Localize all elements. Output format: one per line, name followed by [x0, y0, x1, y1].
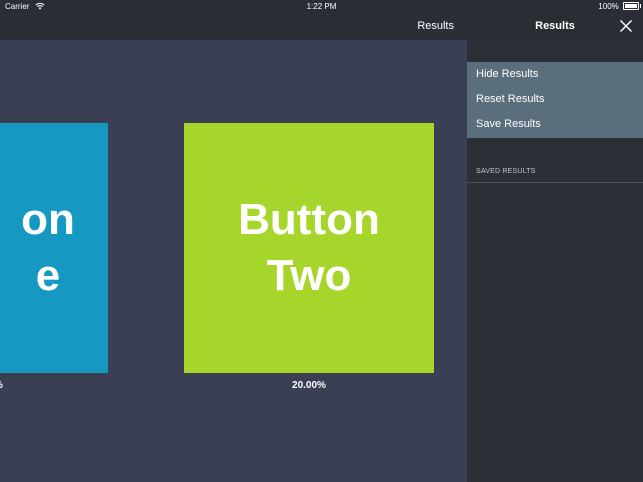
- battery-icon: [623, 2, 641, 11]
- battery-percent: 100%: [598, 2, 619, 11]
- results-panel-header: Results: [467, 13, 643, 40]
- app-root: Carrier 1:22 PM 100% Results on e % Butt…: [0, 0, 643, 482]
- saved-results-heading: SAVED RESULTS: [476, 168, 536, 175]
- button-two-tile[interactable]: Button Two: [184, 123, 434, 373]
- results-panel-title: Results: [535, 20, 575, 32]
- section-divider: [467, 182, 643, 183]
- status-right: 100%: [598, 0, 641, 13]
- close-icon[interactable]: [619, 19, 633, 33]
- button-one-label: on e: [21, 195, 75, 300]
- reset-results-button[interactable]: Reset Results: [467, 87, 643, 112]
- button-one-tile[interactable]: on e: [0, 123, 108, 373]
- status-bar: Carrier 1:22 PM 100%: [0, 0, 643, 13]
- button-two-percent: 20.00%: [292, 380, 326, 391]
- save-results-button[interactable]: Save Results: [467, 112, 643, 137]
- main-content: Results on e % Button Two 20.00%: [0, 13, 467, 482]
- hide-results-button[interactable]: Hide Results: [467, 62, 643, 87]
- results-panel: Results Hide Results Reset Results Save …: [467, 13, 643, 482]
- status-time: 1:22 PM: [306, 2, 337, 11]
- results-button[interactable]: Results: [417, 13, 454, 40]
- button-two-label: Button Two: [238, 195, 380, 300]
- results-menu: Hide Results Reset Results Save Results: [467, 62, 643, 138]
- button-one-percent: %: [0, 380, 3, 391]
- main-nav-bar: Results: [0, 13, 467, 40]
